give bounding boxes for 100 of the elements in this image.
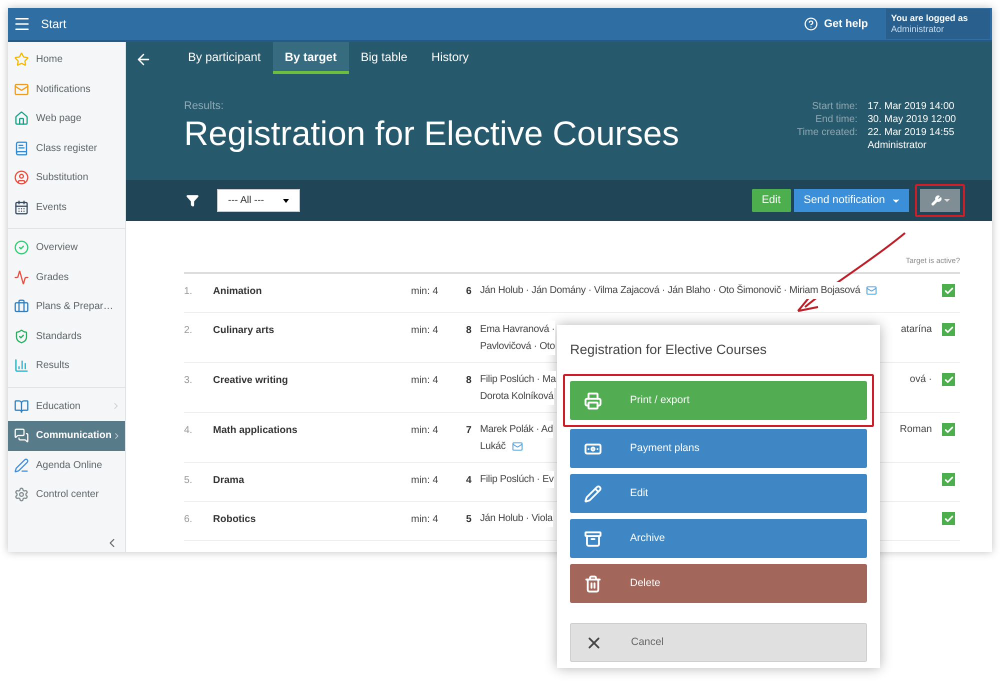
minimum-count: min: 4 (411, 374, 440, 388)
minimum-count: min: 4 (411, 424, 440, 438)
course-name: Math applications (213, 424, 298, 438)
sidebar-item[interactable]: Agenda Online (8, 450, 125, 480)
sidebar-item[interactable]: Education (8, 392, 125, 421)
sidebar-item[interactable]: Plans & Prepar… (8, 292, 125, 322)
app-title[interactable]: Start (41, 15, 66, 33)
active-checkbox[interactable] (942, 512, 955, 526)
sidebar-item[interactable]: Standards (8, 322, 125, 351)
check-icon (944, 474, 954, 485)
open-book-icon (14, 398, 29, 414)
login-user: Administrator (891, 24, 946, 35)
participant-count: 6 (466, 285, 473, 300)
send-notification-button[interactable]: Send notification (794, 189, 909, 212)
gear-icon (14, 487, 29, 502)
menu-icon[interactable] (13, 15, 31, 33)
info-label: End time: (814, 113, 858, 126)
participant-count: 8 (466, 374, 473, 388)
course-name: Drama (213, 474, 246, 488)
row-number: 3. (184, 374, 194, 388)
action-button[interactable]: Payment plans (570, 429, 867, 468)
tab[interactable]: By target (272, 42, 349, 74)
tab[interactable]: By participant (176, 42, 273, 74)
sidebar-item[interactable]: Results (8, 351, 125, 380)
help-icon[interactable] (804, 17, 818, 31)
tab[interactable]: Big table (348, 42, 420, 74)
back-arrow-icon[interactable] (135, 51, 152, 68)
book-icon (14, 140, 29, 156)
participant-list: Ján Holub · Ján Domány · Vilma Zajacová · Ján Blaho · Oto Šimonovič · Miriam Bojasová (480, 282, 860, 300)
sidebar-item[interactable]: Home (8, 45, 125, 74)
participant-count: 8 (466, 324, 473, 338)
check-icon (944, 424, 954, 435)
pen-icon (14, 458, 29, 473)
action-button[interactable]: Print / export (570, 381, 867, 420)
info-label: Time created: (796, 126, 858, 140)
course-name: Creative writing (213, 374, 290, 388)
sidebar-item[interactable]: Overview (8, 233, 125, 262)
info-label: Start time: (811, 100, 858, 113)
sidebar-item[interactable]: Control center (8, 480, 125, 510)
participant-count: 7 (466, 424, 473, 438)
envelope-icon (14, 82, 29, 97)
minimum-count: min: 4 (411, 324, 440, 338)
sidebar-item[interactable]: Substitution (8, 163, 125, 192)
star-icon (14, 52, 29, 68)
sidebar-item[interactable]: Communication (8, 421, 125, 450)
row-number: 2. (184, 324, 194, 338)
sidebar-item[interactable]: Notifications (8, 74, 125, 104)
person-icon (14, 170, 29, 186)
results-label: Results: (184, 100, 225, 113)
calendar-icon (14, 200, 29, 215)
chat-bubbles-icon (14, 428, 29, 444)
filter-icon (186, 194, 199, 207)
row-number: 5. (184, 474, 194, 488)
check-circle-icon (14, 240, 29, 256)
filter-select[interactable]: --- All --- (217, 189, 300, 212)
minimum-count: min: 4 (411, 285, 440, 300)
briefcase-icon (14, 299, 29, 314)
participant-list: atarína (900, 321, 932, 338)
minimum-count: min: 4 (411, 513, 440, 528)
active-checkbox[interactable] (942, 423, 955, 436)
participant-list: ová · (910, 371, 932, 388)
sidebar-item[interactable]: Events (8, 192, 125, 222)
active-checkbox[interactable] (942, 373, 955, 386)
action-button[interactable]: Delete (570, 564, 867, 604)
page-title: Registration for Elective Courses (184, 114, 680, 154)
course-name: Animation (213, 285, 263, 300)
action-button[interactable]: Archive (570, 519, 867, 558)
dialog-title: Registration for Elective Courses (570, 341, 768, 359)
check-icon (944, 514, 954, 524)
participant-list: Roman (900, 421, 932, 438)
active-checkbox[interactable] (942, 284, 955, 298)
sidebar-item[interactable]: Class register (8, 134, 125, 163)
check-icon (944, 286, 954, 296)
sidebar-item[interactable]: Grades (8, 262, 125, 292)
edit-button[interactable]: Edit (752, 189, 791, 212)
printer-icon (584, 392, 602, 410)
course-name: Robotics (213, 513, 257, 528)
bar-chart-icon (14, 358, 29, 374)
action-button[interactable]: Edit (570, 474, 867, 514)
caret-icon (944, 199, 950, 202)
pencil-icon (584, 484, 602, 503)
trash-icon (584, 574, 602, 593)
dropdown-caret-icon (283, 198, 289, 202)
mail-icon[interactable] (512, 441, 523, 452)
house-icon (14, 111, 29, 126)
active-checkbox[interactable] (942, 323, 955, 336)
course-name: Culinary arts (213, 324, 276, 338)
participant-count: 5 (466, 513, 473, 528)
mail-icon[interactable] (866, 285, 878, 296)
row-number: 4. (184, 424, 194, 438)
tools-button[interactable] (920, 189, 960, 212)
help-link[interactable]: Get help (824, 16, 868, 32)
active-checkbox[interactable] (942, 473, 955, 486)
check-icon (944, 374, 954, 385)
sidebar-item[interactable]: Web page (8, 104, 125, 134)
tab[interactable]: History (419, 42, 481, 74)
archive-box-icon (584, 530, 602, 548)
info-value: 22. Mar 2019 14:55 Administrator (868, 126, 956, 152)
minimum-count: min: 4 (411, 474, 440, 488)
action-button[interactable]: Cancel (570, 623, 867, 662)
